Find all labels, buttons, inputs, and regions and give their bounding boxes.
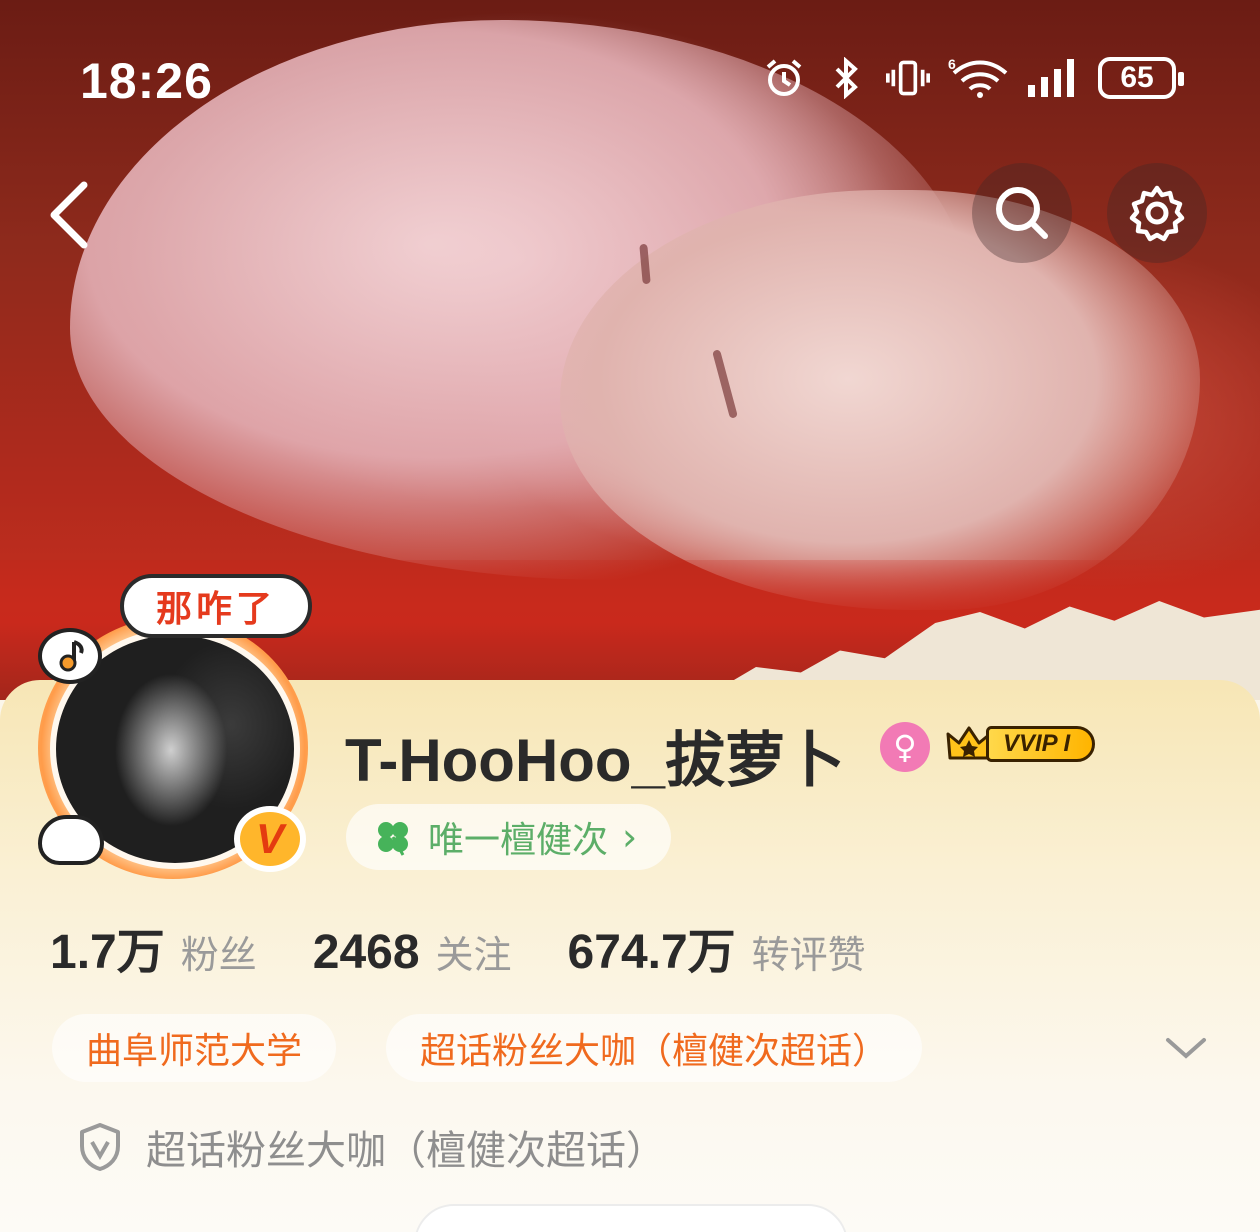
stat-interactions[interactable]: 674.7万 转评赞 [568,912,866,982]
tag-super-topic[interactable]: 超话粉丝大咖（檀健次超话） [386,1014,923,1082]
stat-following[interactable]: 2468 关注 [313,924,512,980]
chevron-left-icon [50,181,88,249]
gear-icon [1129,185,1185,242]
certification-text: 超话粉丝大咖（檀健次超话） [146,1128,666,1174]
bluetooth-icon [824,56,868,100]
vvip-label: VVIP I [986,726,1096,762]
female-gender-icon: ♀ [880,722,930,772]
stat-value: 674.7万 [567,926,736,979]
signal-icon [1026,56,1080,100]
tag-school[interactable]: 曲阜师范大学 [52,1014,337,1082]
vvip-badge[interactable]: VVIP I [946,722,1096,766]
status-time: 18:26 [80,53,213,109]
stat-value: 1.7万 [50,926,165,979]
battery-icon: 65 [1098,57,1184,99]
alarm-icon [762,56,806,100]
bun-sticker-icon [38,815,104,865]
verified-v-icon[interactable]: V [234,806,306,872]
settings-button[interactable] [1107,163,1207,263]
profile-name: T-HooHoo_拔萝卜 [345,727,845,794]
profile-stats: 1.7万 粉丝 2468 关注 674.7万 转评赞 [50,912,866,982]
stat-followers[interactable]: 1.7万 粉丝 [50,912,257,982]
avatar-speech-bubble[interactable]: 那咋了 [120,574,312,638]
bottom-card-partial[interactable] [414,1204,848,1232]
certification-row: 超话粉丝大咖（檀健次超话） [78,1118,666,1176]
super-topic-group-link[interactable]: 唯一檀健次 › [346,804,672,870]
status-bar: 18:26 6 65 [0,0,1260,150]
search-button[interactable] [972,163,1072,263]
stat-label: 转评赞 [751,933,866,977]
back-button[interactable] [40,175,110,255]
vibrate-icon [886,56,930,100]
stat-label: 关注 [435,933,512,977]
chevron-right-icon: › [622,815,638,859]
music-note-icon[interactable] [38,628,102,684]
search-icon [996,187,1048,239]
wifi-6-icon: 6 [948,56,1008,100]
clover-icon [378,822,408,856]
stat-label: 粉丝 [180,933,257,977]
status-icons: 6 65 [762,56,1184,100]
group-label: 唯一檀健次 [428,820,609,861]
svg-text:6: 6 [948,57,956,72]
stat-value: 2468 [312,926,420,979]
expand-chevron-down-icon[interactable] [1160,1028,1212,1068]
shield-v-icon [80,1123,120,1171]
